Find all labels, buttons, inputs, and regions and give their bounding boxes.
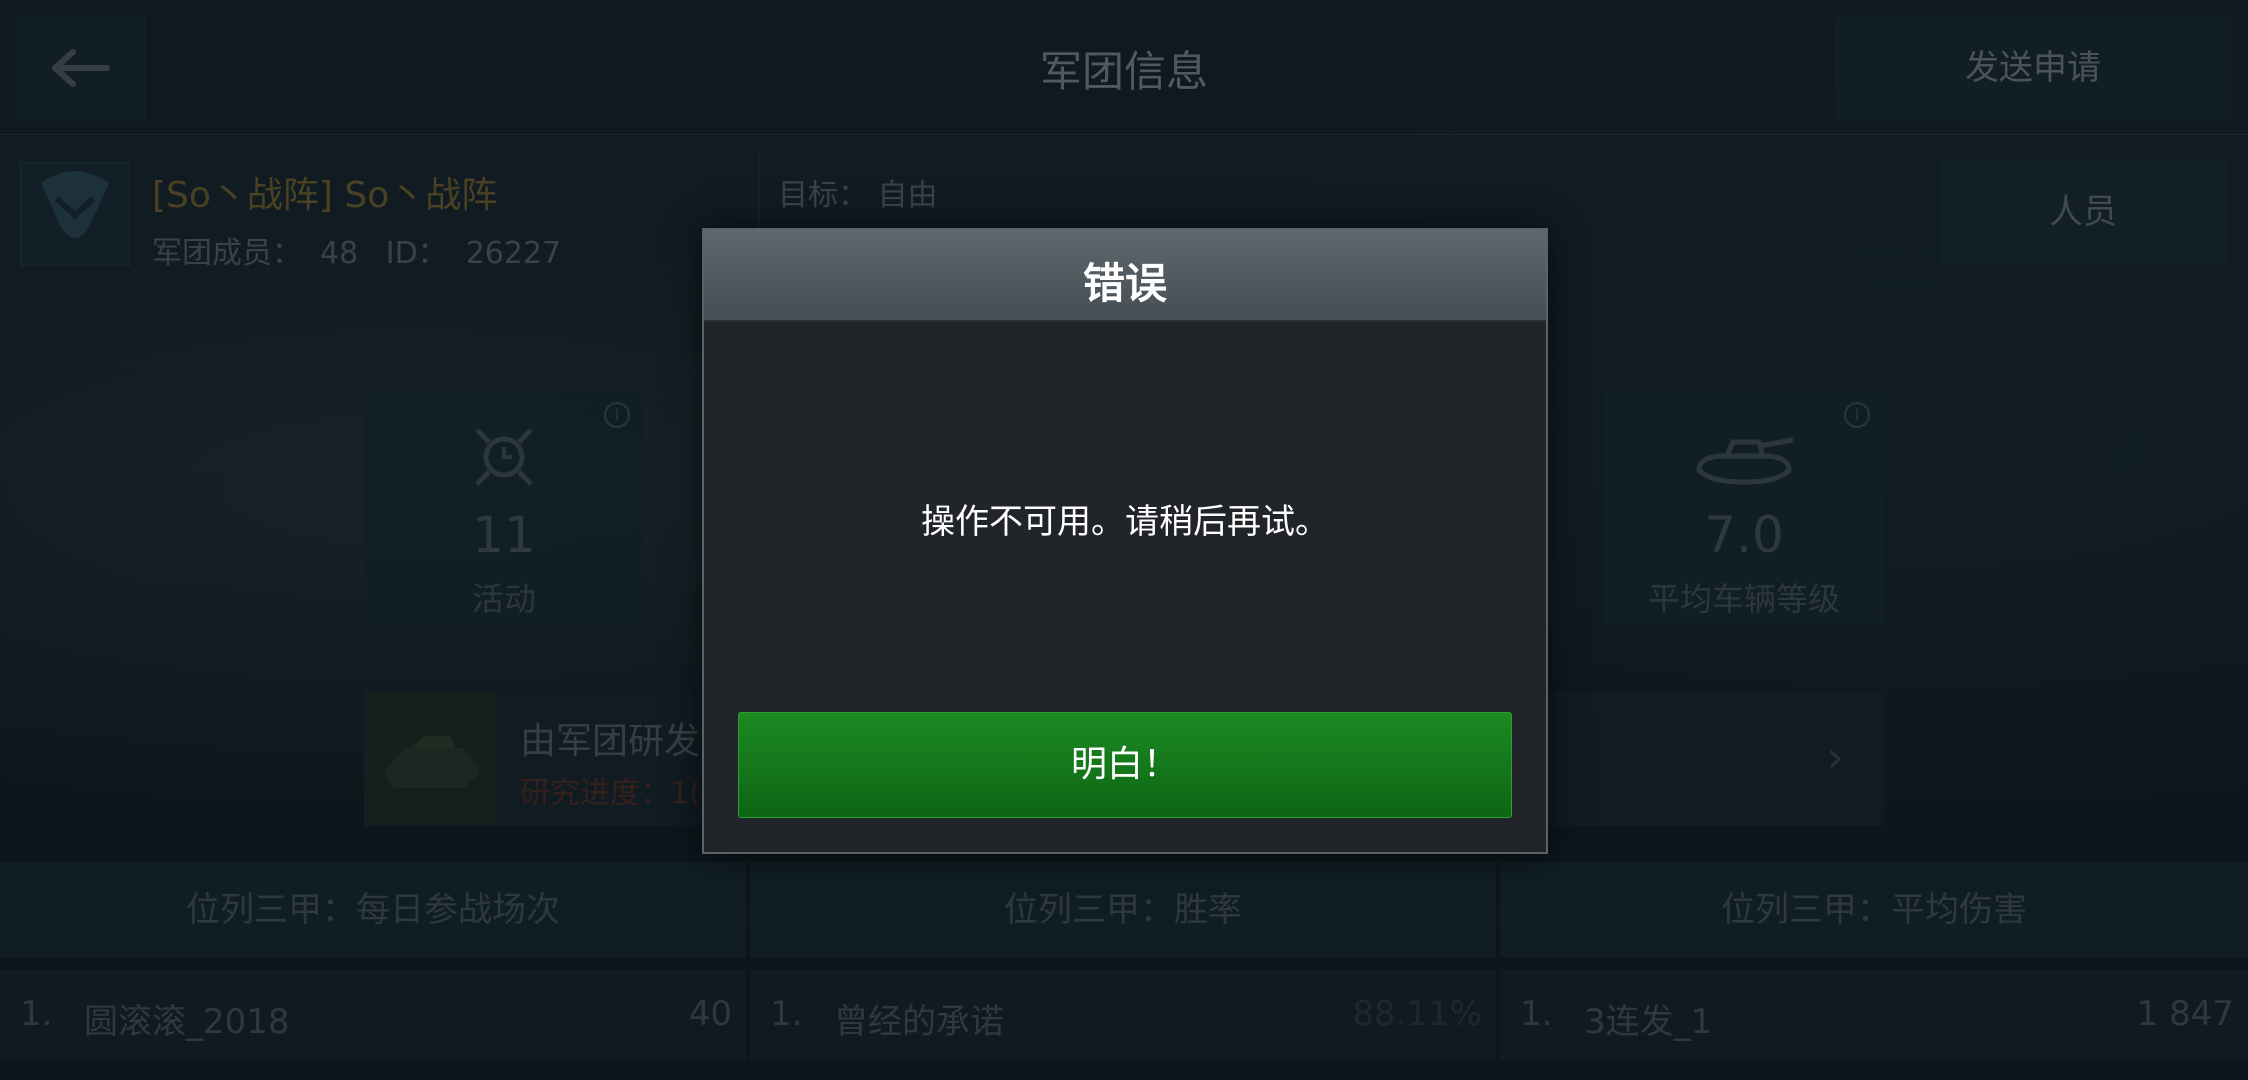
ok-button[interactable]: 明白！: [738, 712, 1512, 818]
dialog-title: 错误: [1082, 259, 1167, 308]
error-dialog: 错误 操作不可用。请稍后再试。 明白！: [702, 228, 1548, 854]
dialog-message: 操作不可用。请稍后再试。: [921, 502, 1329, 542]
dialog-header: 错误: [704, 230, 1546, 322]
